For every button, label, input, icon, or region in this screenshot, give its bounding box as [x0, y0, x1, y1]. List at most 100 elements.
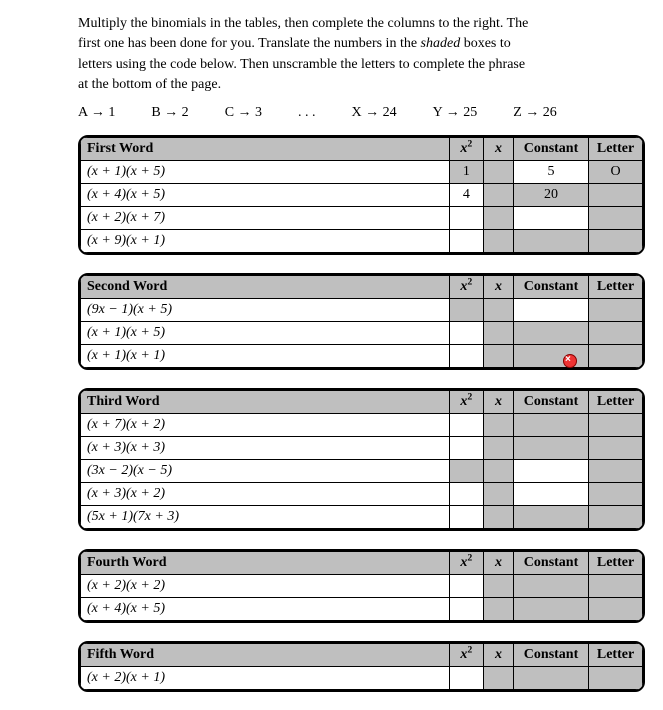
constant-cell[interactable] [514, 322, 589, 345]
table-row: (x + 3)(x + 2) [81, 483, 643, 506]
constant-cell[interactable] [514, 437, 589, 460]
instr-shaded-word: shaded [421, 36, 461, 51]
x-cell[interactable] [484, 230, 514, 253]
constant-cell[interactable] [514, 299, 589, 322]
x2-cell[interactable] [449, 299, 483, 322]
x2-cell[interactable] [449, 230, 483, 253]
letter-cell[interactable] [589, 598, 643, 621]
x2-cell[interactable] [449, 414, 483, 437]
x2-cell[interactable] [449, 667, 483, 690]
instr-line4: at the bottom of the page. [78, 77, 221, 92]
x-cell[interactable] [484, 161, 514, 184]
col-header-x2: x2 [449, 138, 483, 161]
x2-cell[interactable] [449, 575, 483, 598]
x-cell[interactable] [484, 184, 514, 207]
col-header-x: x [484, 644, 514, 667]
letter-cell[interactable] [589, 230, 643, 253]
letter-cell[interactable] [589, 414, 643, 437]
x2-cell[interactable] [449, 345, 483, 368]
x-cell[interactable] [484, 322, 514, 345]
table-row: (x + 2)(x + 2) [81, 575, 643, 598]
constant-cell[interactable] [514, 483, 589, 506]
x-cell[interactable] [484, 667, 514, 690]
constant-cell[interactable] [514, 207, 589, 230]
word-title: Fourth Word [81, 552, 450, 575]
expression-cell: (x + 1)(x + 5) [81, 161, 450, 184]
x2-cell[interactable] [449, 207, 483, 230]
constant-cell[interactable] [514, 506, 589, 529]
x-cell[interactable] [484, 299, 514, 322]
expression-cell: (x + 2)(x + 2) [81, 575, 450, 598]
x-cell[interactable] [484, 460, 514, 483]
table-row: (x + 1)(x + 5)1 5O [81, 161, 643, 184]
constant-cell[interactable] [514, 598, 589, 621]
col-header-letter: Letter [589, 391, 643, 414]
letter-cell[interactable] [589, 207, 643, 230]
col-header-x2: x2 [449, 644, 483, 667]
word-title: Third Word [81, 391, 450, 414]
x-cell[interactable] [484, 598, 514, 621]
word-block: Fifth Wordx2xConstantLetter(x + 2)(x + 1… [78, 641, 645, 692]
tables-container: First Wordx2xConstantLetter(x + 1)(x + 5… [78, 135, 645, 692]
word-block: Fourth Wordx2xConstantLetter(x + 2)(x + … [78, 549, 645, 623]
word-block: Second Wordx2xConstantLetter(9x − 1)(x +… [78, 273, 645, 370]
constant-cell[interactable] [514, 667, 589, 690]
word-block: Third Wordx2xConstantLetter(x + 7)(x + 2… [78, 388, 645, 531]
x2-cell[interactable] [449, 506, 483, 529]
x-cell[interactable] [484, 345, 514, 368]
constant-cell[interactable]: 20 [514, 184, 589, 207]
x2-cell[interactable] [449, 322, 483, 345]
x-cell[interactable] [484, 483, 514, 506]
letter-cell[interactable] [589, 506, 643, 529]
code-b: B → 2 [151, 105, 188, 121]
letter-cell[interactable] [589, 345, 643, 368]
constant-cell[interactable] [514, 575, 589, 598]
expression-cell: (x + 4)(x + 5) [81, 598, 450, 621]
letter-cell[interactable] [589, 575, 643, 598]
table-row: (x + 2)(x + 1) [81, 667, 643, 690]
letter-cell[interactable]: O [589, 161, 643, 184]
letter-cell[interactable] [589, 322, 643, 345]
worksheet-page: Multiply the binomials in the tables, th… [0, 0, 663, 692]
word-block: First Wordx2xConstantLetter(x + 1)(x + 5… [78, 135, 645, 255]
table-row: (3x − 2)(x − 5) [81, 460, 643, 483]
x2-cell[interactable] [449, 460, 483, 483]
instr-line3: letters using the code below. Then unscr… [78, 57, 525, 72]
code-ellipsis: . . . [298, 105, 316, 121]
code-z: Z → 26 [513, 105, 557, 121]
expression-cell: (x + 1)(x + 5) [81, 322, 450, 345]
col-header-letter: Letter [589, 138, 643, 161]
constant-cell[interactable] [514, 460, 589, 483]
col-header-x: x [484, 552, 514, 575]
x-cell[interactable] [484, 207, 514, 230]
x-cell[interactable] [484, 506, 514, 529]
col-header-const: Constant [514, 552, 589, 575]
x-cell[interactable] [484, 575, 514, 598]
letter-cell[interactable] [589, 437, 643, 460]
constant-cell[interactable] [514, 414, 589, 437]
word-title: First Word [81, 138, 450, 161]
col-header-letter: Letter [589, 552, 643, 575]
expression-cell: (x + 9)(x + 1) [81, 230, 450, 253]
constant-cell[interactable] [514, 345, 589, 368]
col-header-letter: Letter [589, 644, 643, 667]
constant-cell[interactable] [514, 230, 589, 253]
letter-cell[interactable] [589, 184, 643, 207]
x2-cell[interactable] [449, 483, 483, 506]
x2-cell[interactable] [449, 437, 483, 460]
col-header-x2: x2 [449, 276, 483, 299]
letter-cell[interactable] [589, 299, 643, 322]
instr-line1: Multiply the binomials in the tables, th… [78, 16, 528, 31]
letter-cell[interactable] [589, 667, 643, 690]
x-cell[interactable] [484, 414, 514, 437]
x-cell[interactable] [484, 437, 514, 460]
x2-cell[interactable]: 1 [449, 161, 483, 184]
x2-cell[interactable] [449, 598, 483, 621]
expression-cell: (x + 2)(x + 7) [81, 207, 450, 230]
word-table: Fourth Wordx2xConstantLetter(x + 2)(x + … [80, 551, 643, 621]
expression-cell: (x + 1)(x + 1) [81, 345, 450, 368]
letter-cell[interactable] [589, 460, 643, 483]
x2-cell[interactable]: 4 [449, 184, 483, 207]
constant-cell[interactable]: 5 [514, 161, 589, 184]
letter-cell[interactable] [589, 483, 643, 506]
